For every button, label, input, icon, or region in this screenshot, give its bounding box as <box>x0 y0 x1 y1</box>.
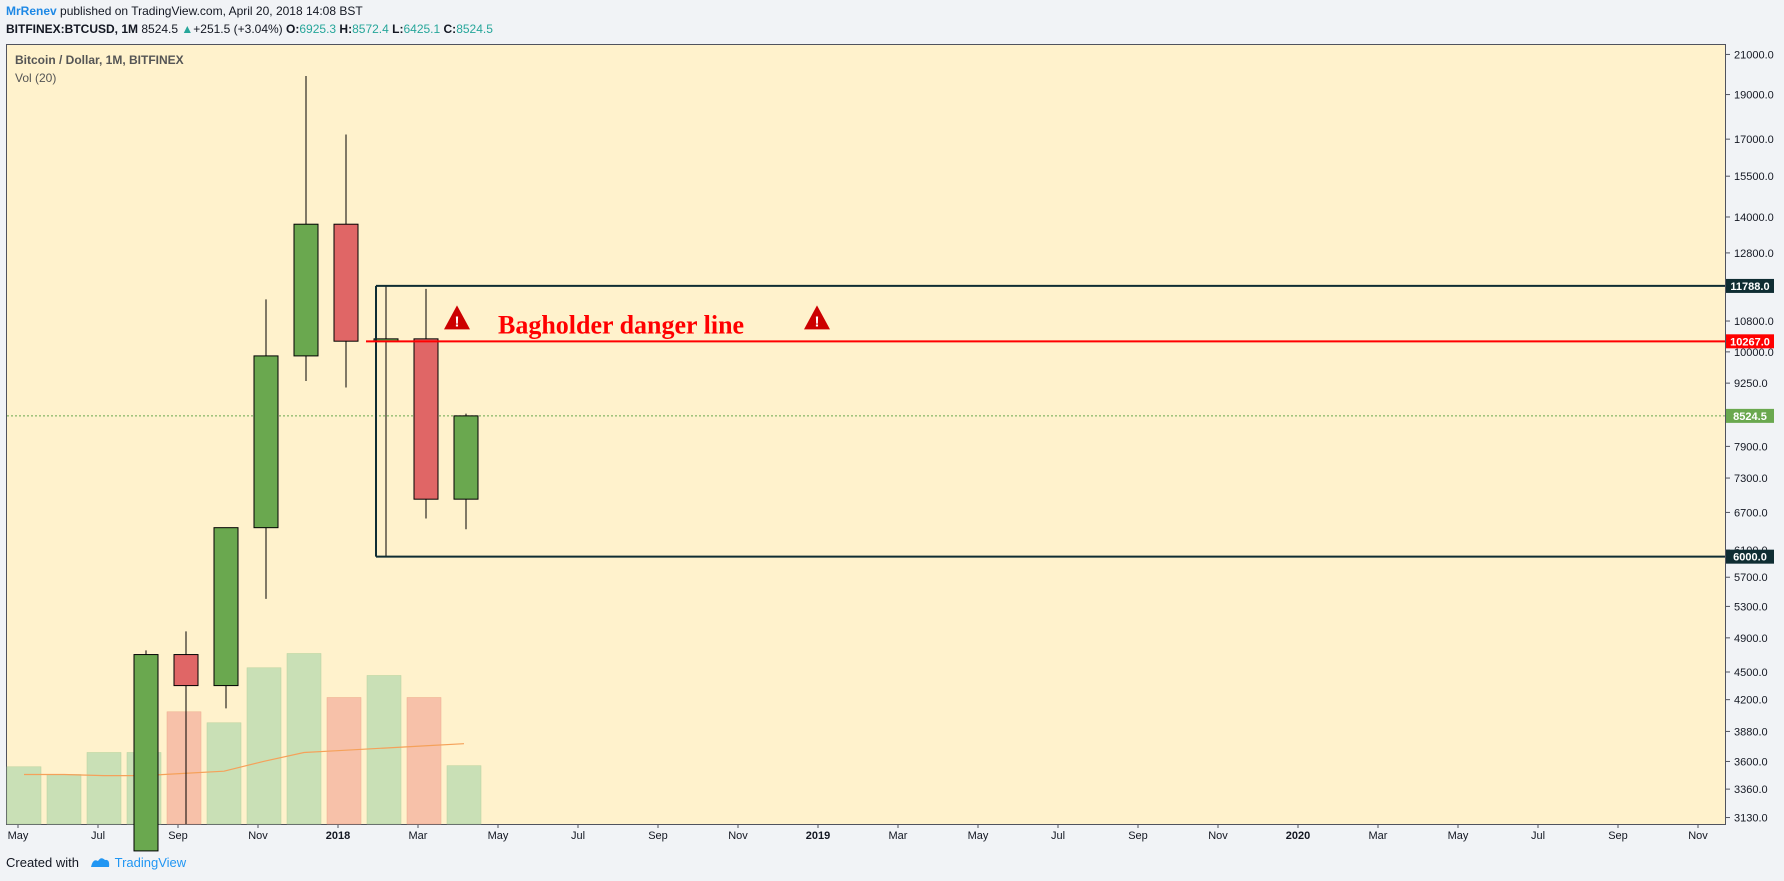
x-tick-label: Jul <box>1531 830 1545 842</box>
chart-title: Bitcoin / Dollar, 1M, BITFINEX <box>15 53 184 67</box>
x-tick-label: Sep <box>168 830 188 842</box>
y-tick-label: 3360.0 <box>1734 784 1768 796</box>
volume-bar <box>286 653 322 825</box>
volume-bar <box>446 765 482 825</box>
x-tick-label: Nov <box>248 830 268 842</box>
volume-bar <box>6 766 42 825</box>
x-tick-label: Jul <box>1051 830 1065 842</box>
volume-bar <box>206 722 242 825</box>
candle-body[interactable] <box>213 527 239 687</box>
volume-bar <box>246 667 282 825</box>
x-tick-label: May <box>1448 830 1469 842</box>
box-bottom-price-label: 6000.0 <box>1733 552 1767 564</box>
candle-body[interactable] <box>453 415 479 500</box>
x-tick-label: Sep <box>648 830 668 842</box>
candle-body[interactable] <box>133 654 159 852</box>
x-tick-label: Mar <box>409 830 428 842</box>
candle-body[interactable] <box>333 223 359 342</box>
y-tick-label: 4200.0 <box>1734 695 1768 707</box>
svg-text:!: ! <box>815 313 820 330</box>
y-tick-label: 15500.0 <box>1734 171 1774 183</box>
x-tick-label: 2020 <box>1286 830 1310 842</box>
created-with-text: Created with <box>6 855 79 870</box>
box-top-price-label: 11788.0 <box>1730 281 1769 293</box>
y-tick-label: 7300.0 <box>1734 473 1768 485</box>
volume-bar <box>166 711 202 825</box>
chart-canvas[interactable]: May Jul Sep Nov 2018 Mar May Jul Sep Nov 2019 Mar Ma… <box>0 0 1784 881</box>
y-tick-label: 10800.0 <box>1734 316 1774 328</box>
candle-body[interactable] <box>293 223 319 357</box>
footer: Created with TradingView <box>6 855 186 872</box>
candle-body[interactable] <box>413 338 439 500</box>
y-tick-label: 4500.0 <box>1734 667 1768 679</box>
y-tick-label: 3600.0 <box>1734 756 1768 768</box>
x-tick-label: Jul <box>571 830 585 842</box>
y-tick-label: 5700.0 <box>1734 572 1768 584</box>
x-tick-label: 2019 <box>806 830 830 842</box>
tradingview-logo-icon <box>89 855 111 872</box>
warning-icon: ! <box>804 305 830 330</box>
y-tick-label: 14000.0 <box>1734 212 1774 224</box>
y-tick-label: 17000.0 <box>1734 134 1774 146</box>
candle-body[interactable] <box>253 355 279 529</box>
warning-icon: ! <box>444 305 470 330</box>
y-tick-label: 4900.0 <box>1734 633 1768 645</box>
volume-title: Vol (20) <box>15 71 57 85</box>
y-tick-label: 19000.0 <box>1734 90 1774 102</box>
y-tick-label: 10000.0 <box>1734 347 1774 359</box>
x-tick-label: 2018 <box>326 830 350 842</box>
volume-bar <box>326 697 362 825</box>
x-tick-label: Jul <box>91 830 105 842</box>
x-tick-label: May <box>488 830 509 842</box>
x-tick-label: Nov <box>1688 830 1708 842</box>
volume-bar <box>86 752 122 825</box>
y-tick-label: 7900.0 <box>1734 441 1768 453</box>
volume-bar <box>46 774 82 825</box>
danger-price-label: 10267.0 <box>1730 336 1770 348</box>
y-tick-label: 5300.0 <box>1734 601 1768 613</box>
y-tick-label: 3880.0 <box>1734 726 1768 738</box>
volume-bar <box>366 675 402 825</box>
danger-line-label: Bagholder danger line <box>498 310 744 339</box>
y-tick-label: 6700.0 <box>1734 507 1768 519</box>
x-tick-label: Sep <box>1608 830 1628 842</box>
y-tick-label: 9250.0 <box>1734 378 1768 390</box>
y-tick-label: 3130.0 <box>1734 813 1768 825</box>
y-tick-label: 21000.0 <box>1734 49 1774 61</box>
x-tick-label: May <box>8 830 29 842</box>
svg-text:!: ! <box>455 313 460 330</box>
volume-bar <box>406 697 442 825</box>
x-tick-label: Nov <box>728 830 748 842</box>
y-tick-label: 12800.0 <box>1734 248 1774 260</box>
tradingview-link[interactable]: TradingView <box>115 855 187 870</box>
x-tick-label: Mar <box>889 830 908 842</box>
last-price-label: 8524.5 <box>1733 411 1767 423</box>
x-tick-label: May <box>968 830 989 842</box>
x-tick-label: Nov <box>1208 830 1228 842</box>
x-tick-label: Sep <box>1128 830 1148 842</box>
candle-body[interactable] <box>173 654 199 687</box>
x-tick-label: Mar <box>1369 830 1388 842</box>
